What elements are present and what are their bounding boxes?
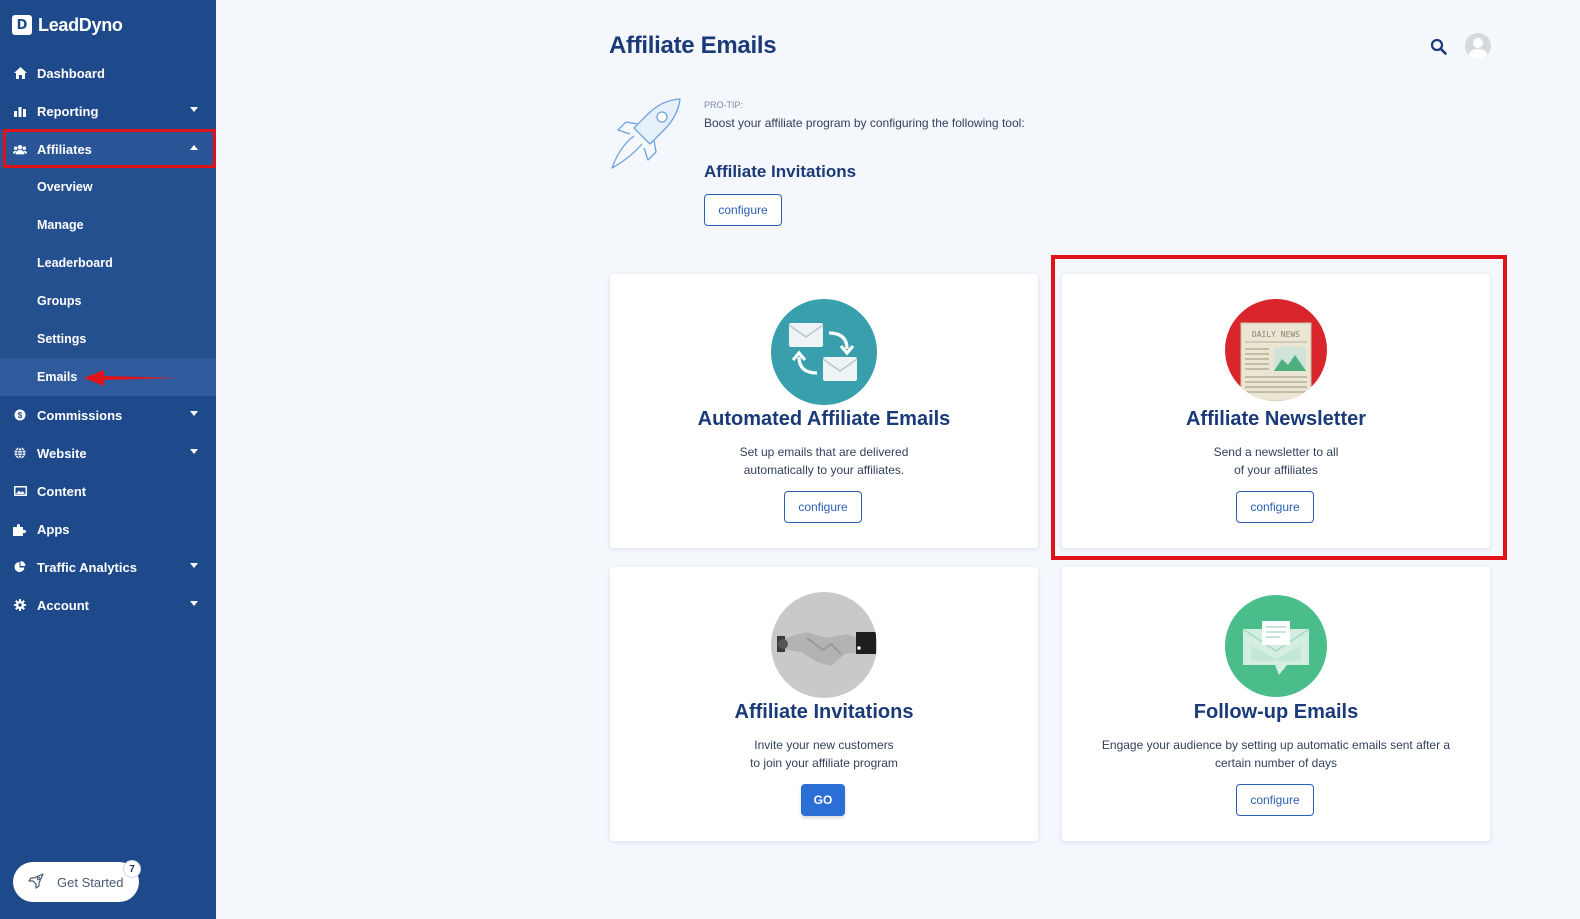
sidebar-subitem-label: Emails: [37, 370, 78, 384]
sidebar-subitem-settings[interactable]: Settings: [0, 320, 216, 358]
highlight-box-newsletter: [1051, 255, 1507, 560]
chevron-down-icon: [190, 449, 198, 454]
home-icon: [13, 66, 27, 80]
card-description-line: Invite your new customers: [754, 738, 894, 752]
sidebar-item-commissions[interactable]: $ Commissions: [0, 396, 216, 434]
svg-text:$: $: [18, 411, 23, 420]
card-title: Affiliate Invitations: [734, 701, 914, 723]
sidebar-subitem-label: Overview: [37, 180, 93, 194]
card-automated-emails: Automated Affiliate Emails Set up emails…: [610, 274, 1038, 548]
annotation-arrow: [84, 370, 178, 386]
highlight-box-affiliates: [3, 129, 216, 168]
sidebar-subitem-groups[interactable]: Groups: [0, 282, 216, 320]
invitations-go-button[interactable]: GO: [801, 784, 845, 816]
chevron-down-icon: [190, 107, 198, 112]
sidebar-subitem-manage[interactable]: Manage: [0, 206, 216, 244]
sidebar-item-label: Dashboard: [37, 65, 105, 81]
logo-mark: D: [12, 15, 32, 35]
sidebar-subitem-leaderboard[interactable]: Leaderboard: [0, 244, 216, 282]
image-icon: [13, 484, 27, 498]
sidebar-item-label: Content: [37, 483, 87, 499]
rocket-illustration: [611, 98, 681, 169]
search-icon[interactable]: [1430, 38, 1448, 61]
logo[interactable]: D LeadDyno: [12, 12, 123, 38]
gear-icon: [13, 598, 27, 612]
handshake-icon: [771, 592, 877, 698]
card-description-line: Set up emails that are delivered: [739, 445, 909, 459]
follow-up-configure-button[interactable]: configure: [1236, 784, 1314, 816]
chevron-down-icon: [190, 563, 198, 568]
sidebar-item-content[interactable]: Content: [0, 472, 216, 510]
rocket-icon: [27, 872, 45, 893]
globe-icon: [13, 446, 27, 460]
card-description: Set up emails that are delivered automat…: [630, 443, 1018, 479]
card-description: Engage your audience by setting up autom…: [1082, 736, 1470, 772]
get-started-label: Get Started: [57, 874, 124, 890]
card-description-line: certain number of days: [1214, 756, 1338, 770]
card-title: Automated Affiliate Emails: [697, 408, 951, 430]
sidebar-item-label: Account: [37, 597, 89, 613]
sidebar-item-website[interactable]: Website: [0, 434, 216, 472]
protip-title: Affiliate Invitations: [704, 162, 857, 181]
card-description-line: automatically to your affiliates.: [743, 463, 905, 477]
bar-chart-icon: [13, 104, 27, 118]
sidebar-item-account[interactable]: Account: [0, 586, 216, 624]
protip-text: Boost your affiliate program by configur…: [704, 116, 1025, 130]
coin-icon: $: [13, 408, 27, 422]
card-title: Follow-up Emails: [1193, 701, 1359, 723]
logo-text: LeadDyno: [38, 14, 123, 35]
sidebar-subitem-overview[interactable]: Overview: [0, 168, 216, 206]
sidebar-item-label: Commissions: [37, 407, 123, 423]
notification-badge: 7: [123, 860, 141, 878]
sidebar-subitem-label: Leaderboard: [37, 256, 113, 270]
sidebar-item-label: Traffic Analytics: [37, 559, 137, 575]
card-affiliate-invitations: Affiliate Invitations Invite your new cu…: [610, 567, 1038, 841]
sidebar-item-reporting[interactable]: Reporting: [0, 92, 216, 130]
sidebar-item-label: Apps: [37, 521, 70, 537]
puzzle-icon: [13, 522, 27, 536]
sidebar-item-dashboard[interactable]: Dashboard: [0, 54, 216, 92]
protip-configure-button[interactable]: configure: [704, 194, 782, 226]
chevron-down-icon: [190, 411, 198, 416]
sidebar-subitem-label: Settings: [37, 332, 87, 346]
card-description-line: to join your affiliate program: [750, 756, 898, 770]
sidebar-subitem-label: Groups: [37, 294, 82, 308]
sidebar-item-label: Website: [37, 445, 87, 461]
chevron-down-icon: [190, 601, 198, 606]
page-title: Affiliate Emails: [609, 32, 777, 59]
sidebar-item-apps[interactable]: Apps: [0, 510, 216, 548]
get-started-button[interactable]: Get Started 7: [13, 860, 141, 902]
sidebar-item-label: Reporting: [37, 103, 99, 119]
protip-label: PRO-TIP:: [704, 100, 744, 110]
sidebar-item-traffic-analytics[interactable]: Traffic Analytics: [0, 548, 216, 586]
card-description-line: Engage your audience by setting up autom…: [1101, 738, 1451, 752]
automated-emails-configure-button[interactable]: configure: [784, 491, 862, 523]
avatar[interactable]: [1465, 33, 1491, 59]
pie-chart-icon: [13, 560, 27, 574]
card-follow-up-emails: Follow-up Emails Engage your audience by…: [1062, 567, 1490, 841]
card-description: Invite your new customers to join your a…: [630, 736, 1018, 772]
email-message-icon: [1225, 595, 1327, 697]
email-exchange-icon: [771, 299, 877, 405]
sidebar-subitem-label: Manage: [37, 218, 84, 232]
